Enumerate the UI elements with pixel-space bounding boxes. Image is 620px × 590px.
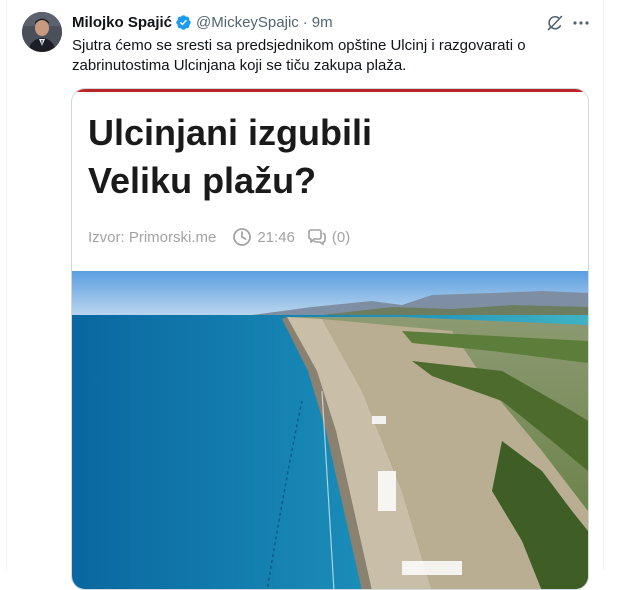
more-icon[interactable]: [571, 13, 591, 33]
timeline-border-right: [603, 0, 604, 571]
card-source: Izvor: Primorski.me: [88, 228, 217, 246]
card-photo: [72, 271, 588, 589]
separator-dot: ·: [302, 13, 308, 31]
tweet-time[interactable]: 9m: [312, 14, 333, 31]
tweet-text: Sjutra ćemo se sresti sa predsjednikom o…: [72, 37, 526, 74]
card-headline-line2: Veliku plažu?: [88, 160, 317, 201]
author-handle[interactable]: @MickeySpajic: [196, 14, 299, 31]
verified-badge-icon: [175, 14, 192, 31]
card-headline-line1: Ulcinjani izgubili: [88, 112, 373, 153]
card-headline: Ulcinjani izgubili Veliku plažu?: [88, 109, 568, 205]
tweet-header: Milojko Spajić @MickeySpajic · 9m: [72, 12, 333, 32]
card-meta: Izvor: Primorski.me 21:46 (0): [88, 227, 350, 247]
grok-icon[interactable]: [545, 13, 565, 33]
link-card[interactable]: Ulcinjani izgubili Veliku plažu? Izvor: …: [71, 88, 589, 590]
card-time: 21:46: [257, 228, 295, 246]
clock-icon: [233, 228, 252, 246]
card-accent-bar: [72, 89, 588, 92]
comment-icon: [308, 229, 326, 246]
card-comment-count: (0): [331, 228, 351, 246]
timeline-border-left: [6, 0, 7, 571]
avatar[interactable]: [22, 12, 62, 52]
author-name[interactable]: Milojko Spajić: [72, 14, 172, 31]
